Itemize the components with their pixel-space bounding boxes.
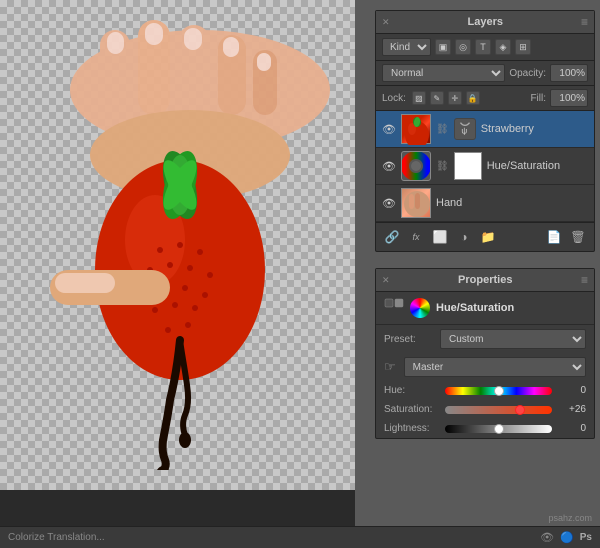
- lightness-label: Lightness:: [384, 423, 439, 434]
- panel-close-icon[interactable]: ✕: [382, 17, 390, 28]
- lightness-slider-track[interactable]: [445, 425, 552, 433]
- filter-shape-btn[interactable]: ◈: [495, 39, 511, 55]
- saturation-slider-track[interactable]: [445, 406, 552, 414]
- strawberry-image: [0, 10, 355, 470]
- hue-slider-track[interactable]: [445, 387, 552, 395]
- filter-text-btn[interactable]: T: [475, 39, 491, 55]
- hue-value: 0: [558, 385, 586, 396]
- layer-mask-strawberry: ψ: [454, 118, 476, 140]
- layers-search-bar: Kind ▣ ◎ T ◈ ⊞: [376, 34, 594, 61]
- layer-visibility-hand[interactable]: 👁: [382, 196, 396, 210]
- layer-visibility-huesat[interactable]: 👁: [382, 159, 396, 173]
- blend-opacity-row: Normal Opacity: 100%: [376, 61, 594, 86]
- properties-menu-icon[interactable]: ≡: [581, 273, 588, 287]
- lock-fill-row: Lock: ▨ ✎ ✛ 🔒 Fill: 100%: [376, 86, 594, 111]
- lock-all-btn[interactable]: 🔒: [466, 91, 480, 105]
- ps-logo: Ps: [580, 532, 592, 543]
- filter-pixel-btn[interactable]: ▣: [435, 39, 451, 55]
- link-layers-btn[interactable]: 🔗: [382, 227, 402, 247]
- layer-thumb-hand: [401, 188, 431, 218]
- fill-input[interactable]: 100%: [550, 89, 588, 107]
- filter-smart-btn[interactable]: ⊞: [515, 39, 531, 55]
- saturation-slider-row: Saturation: +26: [376, 400, 594, 419]
- layer-name-strawberry: Strawberry: [481, 123, 588, 135]
- saturation-value: +26: [558, 404, 586, 415]
- saturation-slider-thumb[interactable]: [515, 405, 525, 415]
- lock-position-btn[interactable]: ✛: [448, 91, 462, 105]
- layer-thumb-strawberry: [401, 114, 431, 144]
- layers-toolbar: 🔗 fx ⬜ ◑ 📁 📄 🗑: [376, 222, 594, 251]
- prop-close-icon[interactable]: ✕: [382, 275, 390, 286]
- status-info-icon[interactable]: 🔵: [560, 531, 574, 544]
- preset-select[interactable]: Custom: [440, 329, 586, 349]
- layer-chain-strawberry: ⛓: [436, 124, 449, 135]
- adjustment-btn[interactable]: ◑: [454, 227, 474, 247]
- opacity-label: Opacity:: [509, 68, 546, 79]
- properties-panel-header: ✕ Properties ≡: [376, 269, 594, 292]
- filter-adjust-btn[interactable]: ◎: [455, 39, 471, 55]
- preset-label: Preset:: [384, 334, 434, 345]
- preset-row: Preset: Custom: [376, 325, 594, 353]
- layer-mask-huesat: [454, 152, 482, 180]
- watermark: psahz.com: [548, 513, 592, 523]
- delete-layer-btn[interactable]: 🗑: [568, 227, 588, 247]
- lightness-slider-thumb[interactable]: [494, 424, 504, 434]
- properties-section-header: Hue/Saturation: [376, 292, 594, 325]
- status-eye-icon[interactable]: 👁: [540, 531, 554, 544]
- properties-panel-title: Properties: [458, 274, 512, 286]
- kind-select[interactable]: Kind: [382, 38, 431, 56]
- layer-visibility-strawberry[interactable]: 👁: [382, 122, 396, 136]
- channel-select[interactable]: Master: [404, 357, 586, 377]
- layers-panel-title: Layers: [468, 16, 503, 28]
- layer-name-huesat: Hue/Saturation: [487, 160, 588, 172]
- status-bar: Colorize Translation... 👁 🔵 Ps: [0, 526, 600, 548]
- channel-row: ☞ Master: [376, 353, 594, 381]
- layer-thumb-huesat: [401, 151, 431, 181]
- layers-menu-icon[interactable]: ≡: [581, 15, 588, 29]
- svg-text:ψ: ψ: [461, 127, 467, 136]
- opacity-input[interactable]: 100%: [550, 64, 588, 82]
- lightness-value: 0: [558, 423, 586, 434]
- huesat-circle-icon: [410, 298, 430, 318]
- saturation-label: Saturation:: [384, 404, 439, 415]
- add-mask-btn[interactable]: ⬜: [430, 227, 450, 247]
- new-layer-btn[interactable]: 📄: [544, 227, 564, 247]
- layer-item-strawberry[interactable]: 👁 ⛓ ψ Strawberry: [376, 111, 594, 148]
- layer-item-huesat[interactable]: 👁 ⛓ Hue/Saturation: [376, 148, 594, 185]
- fill-label: Fill:: [530, 93, 546, 104]
- hue-label: Hue:: [384, 385, 439, 396]
- properties-panel: ✕ Properties ≡ Hue/Saturation Preset: Cu…: [375, 268, 595, 439]
- layer-name-hand: Hand: [436, 197, 588, 209]
- layers-panel-header: ✕ Layers ≡: [376, 11, 594, 34]
- status-text: Colorize Translation...: [8, 532, 105, 543]
- lightness-slider-row: Lightness: 0: [376, 419, 594, 438]
- status-icons: 👁 🔵 Ps: [540, 531, 592, 544]
- layers-panel: ✕ Layers ≡ Kind ▣ ◎ T ◈ ⊞ Normal Opacity…: [375, 10, 595, 252]
- huesat-panel-icon: [384, 298, 404, 318]
- layer-chain-huesat: ⛓: [436, 161, 449, 172]
- blend-mode-select[interactable]: Normal: [382, 64, 505, 82]
- lock-image-btn[interactable]: ✎: [430, 91, 444, 105]
- properties-section-title: Hue/Saturation: [436, 302, 514, 314]
- group-btn[interactable]: 📁: [478, 227, 498, 247]
- hand-tool-icon[interactable]: ☞: [384, 359, 396, 375]
- hue-slider-row: Hue: 0: [376, 381, 594, 400]
- layer-item-hand[interactable]: 👁 Hand: [376, 185, 594, 222]
- hue-slider-thumb[interactable]: [494, 386, 504, 396]
- lock-transparent-btn[interactable]: ▨: [412, 91, 426, 105]
- lock-label: Lock:: [382, 93, 406, 104]
- fx-btn[interactable]: fx: [406, 227, 426, 247]
